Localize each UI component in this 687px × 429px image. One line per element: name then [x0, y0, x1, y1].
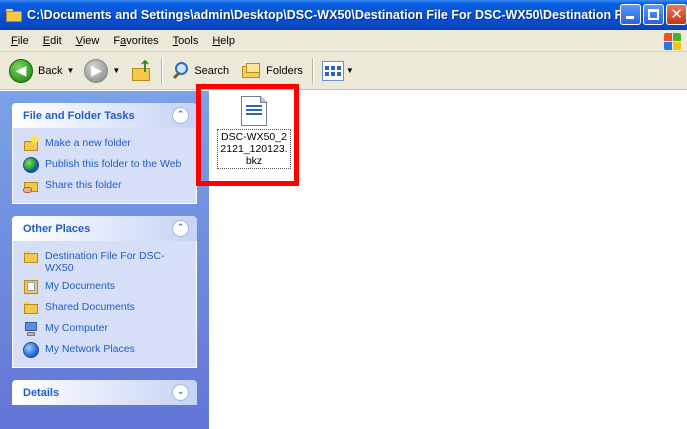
bkz-file-icon	[241, 96, 267, 126]
menu-help[interactable]: Help	[205, 35, 242, 47]
minimize-button[interactable]	[620, 4, 641, 25]
task-publish-folder[interactable]: Publish this folder to the Web	[23, 157, 186, 173]
panel-body: Make a new folder Publish this folder to…	[12, 128, 197, 204]
folders-button[interactable]: Folders	[238, 57, 306, 85]
panel-header[interactable]: Other Places ⌃	[12, 216, 197, 241]
search-button[interactable]: Search	[168, 57, 232, 85]
maximize-icon	[648, 9, 659, 20]
other-places-panel: Other Places ⌃ Destination File For DSC-…	[12, 216, 197, 368]
share-folder-icon	[23, 178, 39, 194]
menu-favorites[interactable]: Favorites	[106, 35, 165, 47]
network-icon	[23, 342, 39, 358]
views-icon	[321, 60, 344, 81]
expand-icon[interactable]: ⌄	[172, 384, 189, 401]
folder-icon	[6, 8, 22, 22]
file-list-area[interactable]: DSC-WX50_22121_120123.bkz	[209, 91, 687, 429]
search-icon	[171, 61, 191, 81]
maximize-button[interactable]	[643, 4, 664, 25]
close-icon: ✕	[670, 5, 683, 23]
menu-bar: File Edit View Favorites Tools Help	[0, 30, 687, 52]
views-dropdown-icon[interactable]: ▼	[346, 66, 354, 75]
back-dropdown-icon[interactable]: ▼	[66, 66, 74, 75]
views-button[interactable]: ▼	[319, 57, 361, 85]
place-destination-folder[interactable]: Destination File For DSC-WX50	[23, 249, 186, 274]
task-pane: File and Folder Tasks ⌃ Make a new folde…	[0, 91, 209, 429]
folders-label: Folders	[266, 64, 303, 77]
panel-title: Other Places	[23, 222, 91, 235]
windows-logo-icon	[663, 32, 681, 50]
toolbar: ◀ Back ▼ ▶ ▼ ↑ Search Folders ▼	[0, 52, 687, 90]
my-documents-icon	[23, 279, 39, 295]
place-my-computer[interactable]: My Computer	[23, 321, 186, 337]
up-button[interactable]: ↑	[127, 57, 155, 85]
forward-button[interactable]: ▶ ▼	[81, 57, 127, 85]
collapse-icon[interactable]: ⌃	[172, 107, 189, 124]
new-folder-icon	[23, 134, 40, 152]
toolbar-separator	[311, 57, 313, 84]
panel-title: Details	[23, 386, 60, 399]
menu-view[interactable]: View	[69, 35, 107, 47]
place-shared-documents[interactable]: Shared Documents	[23, 300, 186, 316]
menu-tools[interactable]: Tools	[166, 35, 206, 47]
back-arrow-icon: ◀	[9, 58, 33, 83]
forward-dropdown-icon[interactable]: ▼	[112, 66, 120, 75]
minimize-icon	[626, 16, 634, 19]
back-label: Back	[38, 64, 63, 77]
panel-header[interactable]: File and Folder Tasks ⌃	[12, 103, 197, 128]
forward-arrow-icon: ▶	[84, 58, 109, 83]
search-label: Search	[194, 64, 230, 77]
folder-icon	[23, 249, 39, 265]
menu-edit[interactable]: Edit	[36, 35, 69, 47]
close-button[interactable]: ✕	[666, 4, 687, 25]
task-make-new-folder[interactable]: Make a new folder	[23, 134, 186, 152]
title-bar[interactable]: C:\Documents and Settings\admin\Desktop\…	[0, 0, 687, 30]
file-folder-tasks-panel: File and Folder Tasks ⌃ Make a new folde…	[12, 103, 197, 204]
panel-title: File and Folder Tasks	[23, 109, 135, 122]
panel-header[interactable]: Details ⌄	[12, 380, 197, 405]
globe-icon	[23, 157, 39, 173]
collapse-icon[interactable]: ⌃	[172, 220, 189, 237]
file-name: DSC-WX50_22121_120123.bkz	[217, 129, 291, 169]
task-share-folder[interactable]: Share this folder	[23, 178, 186, 194]
place-my-network-places[interactable]: My Network Places	[23, 342, 186, 358]
window-controls: ✕	[620, 4, 687, 25]
details-panel: Details ⌄	[12, 380, 197, 405]
folder-up-icon: ↑	[130, 58, 152, 82]
back-button[interactable]: ◀ Back ▼	[6, 57, 81, 85]
folders-icon	[241, 62, 263, 80]
menu-file[interactable]: File	[4, 35, 36, 47]
place-my-documents[interactable]: My Documents	[23, 279, 186, 295]
toolbar-separator	[161, 57, 163, 84]
file-item[interactable]: DSC-WX50_22121_120123.bkz	[211, 96, 297, 169]
panel-body: Destination File For DSC-WX50 My Documen…	[12, 241, 197, 368]
computer-icon	[23, 321, 39, 337]
folder-icon	[23, 300, 39, 316]
window-title: C:\Documents and Settings\admin\Desktop\…	[27, 8, 637, 22]
